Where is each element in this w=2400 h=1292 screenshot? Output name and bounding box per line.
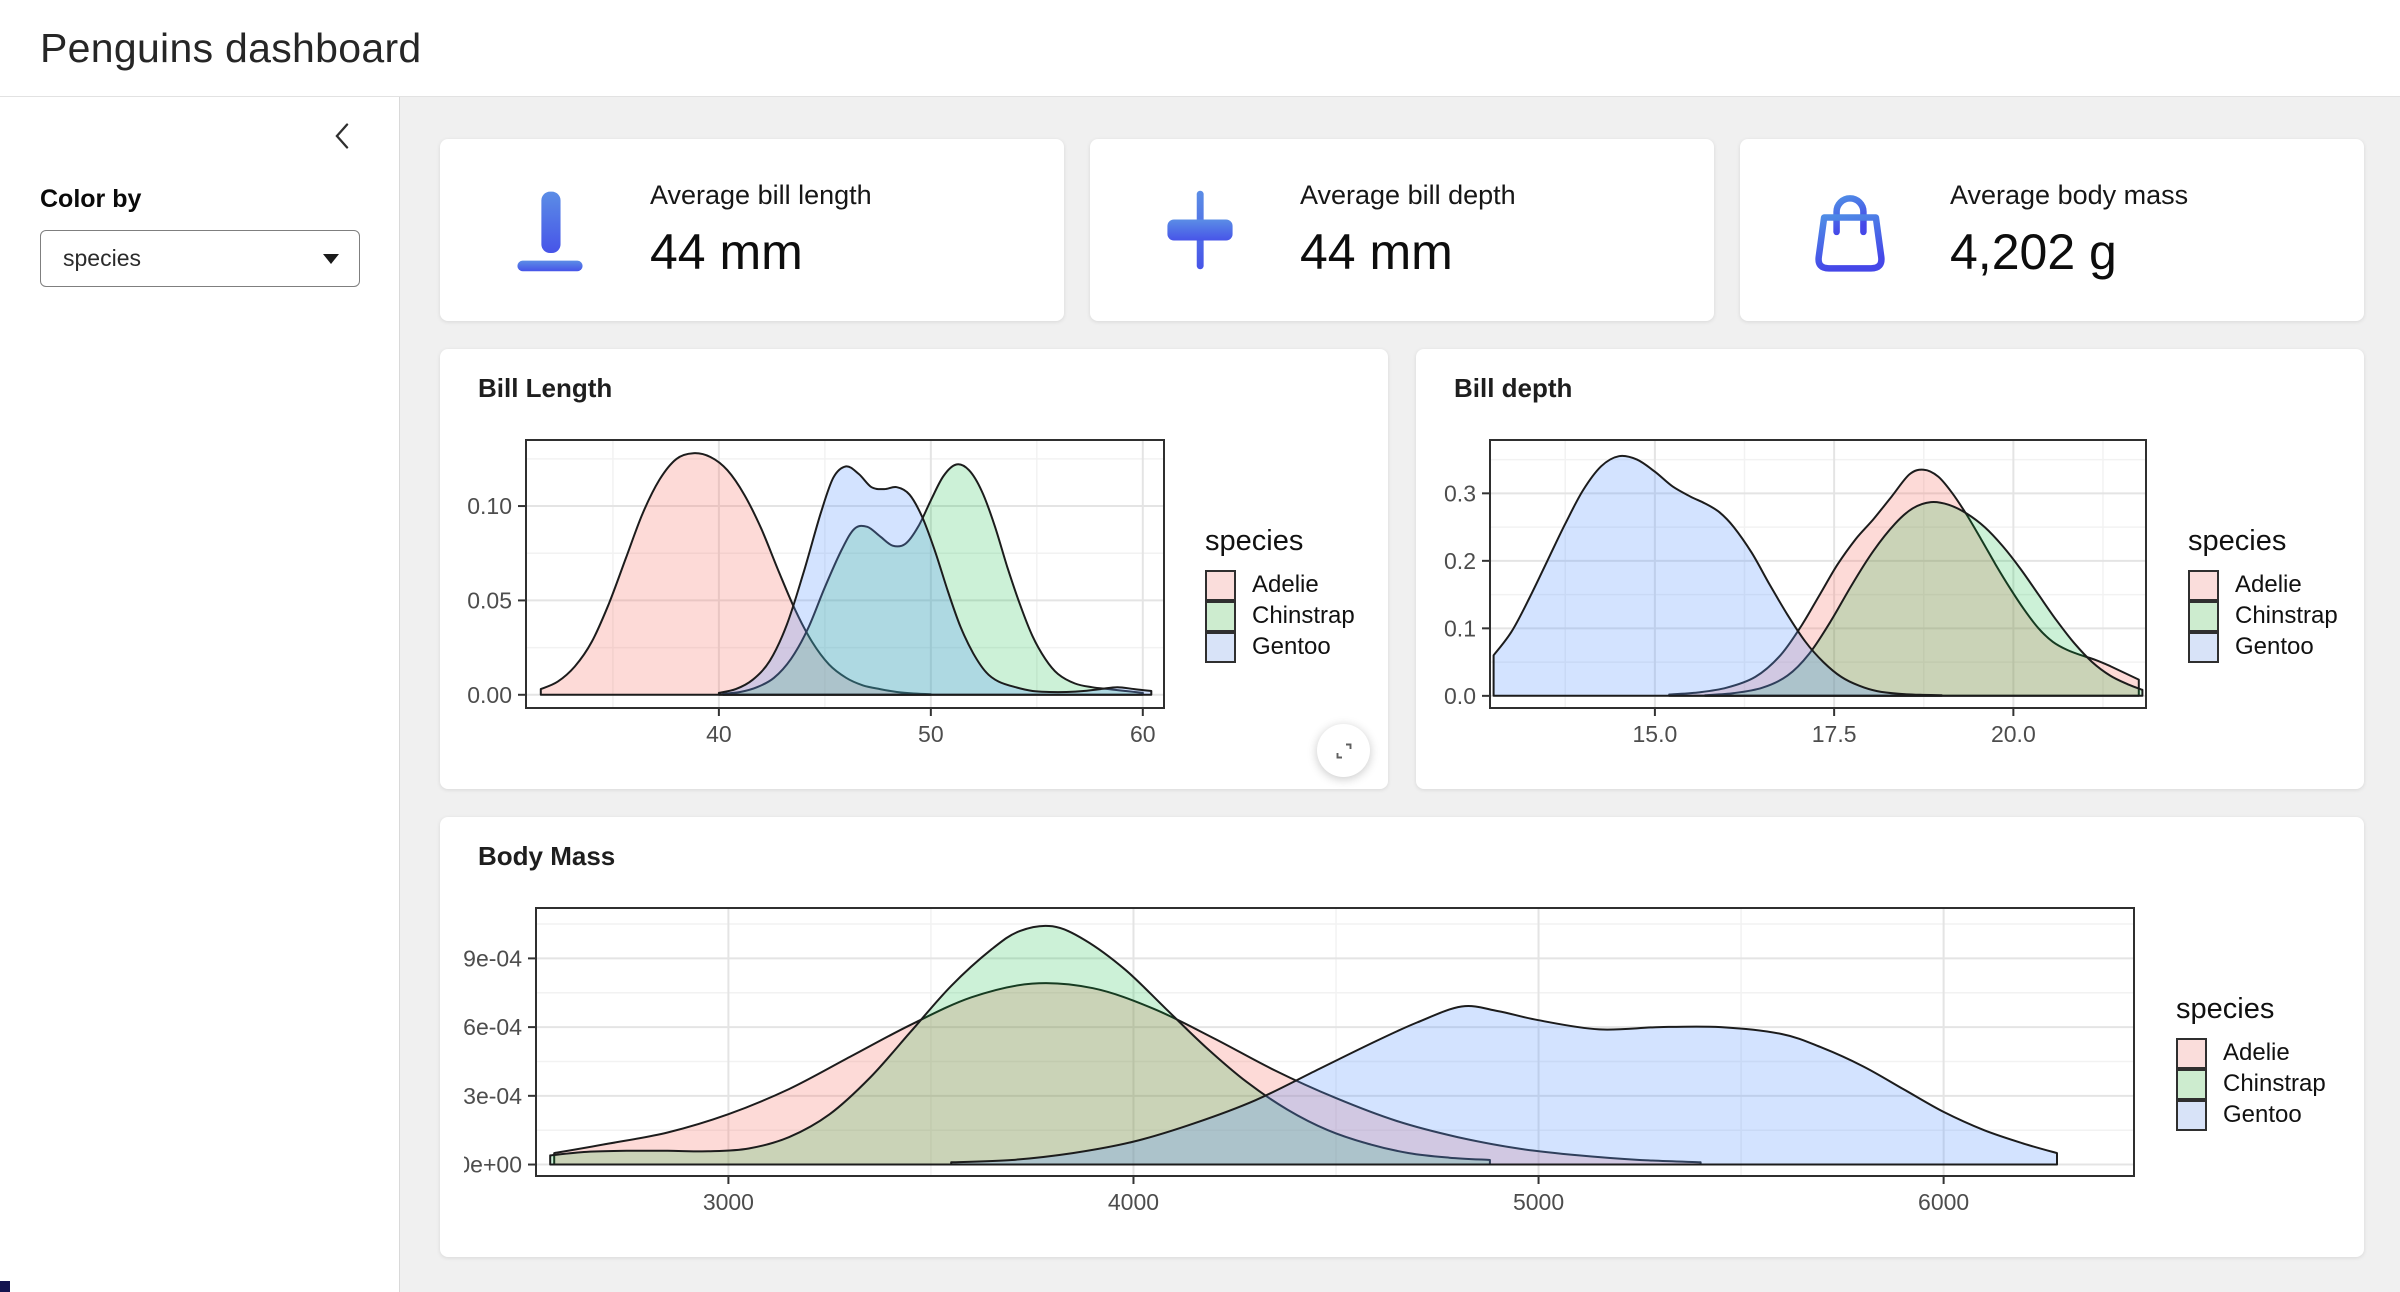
value-box-value: 4,202 g bbox=[1950, 223, 2188, 281]
svg-text:20.0: 20.0 bbox=[1991, 721, 2036, 747]
chevron-left-icon bbox=[333, 122, 351, 150]
legend-key bbox=[1205, 570, 1236, 601]
legend-label: Adelie bbox=[2235, 571, 2302, 599]
legend-key bbox=[1205, 601, 1236, 632]
legend-label: Chinstrap bbox=[1252, 602, 1355, 630]
select-value: species bbox=[63, 245, 141, 272]
legend-item: Gentoo bbox=[2188, 632, 2338, 663]
legend-item: Gentoo bbox=[2176, 1100, 2326, 1131]
value-box-bill-depth: Average bill depth 44 mm bbox=[1090, 139, 1714, 321]
bill-length-density-plot: 40 50 60 0.00 0.05 0.10 bbox=[464, 432, 1169, 755]
legend-key bbox=[2188, 632, 2219, 663]
svg-text:17.5: 17.5 bbox=[1812, 721, 1857, 747]
body-mass-density-plot: 3000 4000 5000 6000 0e+00 3e-04 6e-04 9e-04 bbox=[464, 900, 2140, 1223]
legend: species Adelie Chinstrap Gentoo bbox=[2188, 525, 2338, 663]
card-title: Bill Length bbox=[464, 369, 1364, 404]
card-bill-length: Bill Length 40 50 60 0.00 0.05 0.10 species A… bbox=[440, 349, 1388, 789]
legend: species Adelie Chinstrap Gentoo bbox=[2176, 993, 2326, 1131]
legend-label: Gentoo bbox=[2223, 1101, 2302, 1129]
expand-fullscreen-button[interactable] bbox=[1317, 724, 1370, 777]
card-title: Body Mass bbox=[464, 837, 2340, 872]
page-title: Penguins dashboard bbox=[40, 25, 422, 72]
color-by-label: Color by bbox=[40, 185, 359, 214]
legend-label: Adelie bbox=[1252, 571, 1319, 599]
svg-text:60: 60 bbox=[1130, 721, 1156, 747]
legend-item: Chinstrap bbox=[1205, 601, 1355, 632]
legend-item: Adelie bbox=[2188, 570, 2338, 601]
value-box-title: Average bill length bbox=[650, 180, 872, 211]
value-box-value: 44 mm bbox=[650, 223, 872, 281]
value-box-body-mass: Average body mass 4,202 g bbox=[1740, 139, 2364, 321]
svg-text:9e-04: 9e-04 bbox=[464, 945, 522, 971]
align-bottom-icon bbox=[504, 182, 596, 278]
svg-text:0.05: 0.05 bbox=[467, 587, 512, 613]
value-box-bill-length: Average bill length 44 mm bbox=[440, 139, 1064, 321]
svg-text:3000: 3000 bbox=[703, 1189, 754, 1215]
expand-icon bbox=[1333, 740, 1355, 762]
svg-text:0.00: 0.00 bbox=[467, 682, 512, 708]
value-box-title: Average body mass bbox=[1950, 180, 2188, 211]
svg-text:0.0: 0.0 bbox=[1444, 683, 1476, 709]
legend-key bbox=[1205, 632, 1236, 663]
svg-text:6000: 6000 bbox=[1918, 1189, 1969, 1215]
legend-item: Adelie bbox=[1205, 570, 1355, 601]
legend-item: Gentoo bbox=[1205, 632, 1355, 663]
card-bill-depth: Bill depth 15.0 17.5 20.0 0.0 0.1 0.2 0.3 spec… bbox=[1416, 349, 2364, 789]
svg-text:0e+00: 0e+00 bbox=[464, 1152, 522, 1178]
legend-item: Chinstrap bbox=[2176, 1069, 2326, 1100]
align-center-icon bbox=[1154, 182, 1246, 278]
bill-depth-density-plot: 15.0 17.5 20.0 0.0 0.1 0.2 0.3 bbox=[1440, 432, 2152, 755]
svg-text:6e-04: 6e-04 bbox=[464, 1014, 522, 1040]
legend-key bbox=[2176, 1100, 2207, 1131]
legend-key bbox=[2188, 601, 2219, 632]
svg-text:50: 50 bbox=[918, 721, 944, 747]
legend-title: species bbox=[1205, 525, 1355, 558]
handbag-icon bbox=[1804, 182, 1896, 278]
value-box-title: Average bill depth bbox=[1300, 180, 1516, 211]
legend-item: Chinstrap bbox=[2188, 601, 2338, 632]
caret-down-icon bbox=[323, 254, 339, 264]
card-body-mass: Body Mass 3000 4000 5000 6000 0e+00 3e-04 6e-0… bbox=[440, 817, 2364, 1257]
legend-key bbox=[2176, 1038, 2207, 1069]
color-by-select[interactable]: species bbox=[40, 230, 360, 287]
sidebar-collapse-button[interactable] bbox=[329, 121, 355, 151]
main-content: Average bill length 44 mm Average bill d bbox=[400, 97, 2400, 1292]
legend-key bbox=[2176, 1069, 2207, 1100]
value-box-row: Average bill length 44 mm Average bill d bbox=[440, 139, 2364, 321]
legend-label: Chinstrap bbox=[2223, 1070, 2326, 1098]
app-header: Penguins dashboard bbox=[0, 0, 2400, 97]
svg-text:0.3: 0.3 bbox=[1444, 480, 1476, 506]
sidebar: Color by species bbox=[0, 97, 400, 1292]
legend-title: species bbox=[2176, 993, 2326, 1026]
svg-text:4000: 4000 bbox=[1108, 1189, 1159, 1215]
legend-item: Adelie bbox=[2176, 1038, 2326, 1069]
legend-label: Gentoo bbox=[2235, 633, 2314, 661]
svg-text:3e-04: 3e-04 bbox=[464, 1083, 522, 1109]
legend: species Adelie Chinstrap Gentoo bbox=[1205, 525, 1355, 663]
legend-label: Chinstrap bbox=[2235, 602, 2338, 630]
card-title: Bill depth bbox=[1440, 369, 2340, 404]
legend-title: species bbox=[2188, 525, 2338, 558]
legend-label: Gentoo bbox=[1252, 633, 1331, 661]
value-box-value: 44 mm bbox=[1300, 223, 1516, 281]
svg-text:15.0: 15.0 bbox=[1633, 721, 1678, 747]
svg-text:0.2: 0.2 bbox=[1444, 548, 1476, 574]
legend-key bbox=[2188, 570, 2219, 601]
charts-row: Bill Length 40 50 60 0.00 0.05 0.10 species A… bbox=[440, 349, 2364, 789]
svg-text:0.1: 0.1 bbox=[1444, 615, 1476, 641]
legend-label: Adelie bbox=[2223, 1039, 2290, 1067]
svg-text:0.10: 0.10 bbox=[467, 493, 512, 519]
svg-text:5000: 5000 bbox=[1513, 1189, 1564, 1215]
screen-corner-artifact bbox=[0, 1281, 10, 1292]
svg-text:40: 40 bbox=[706, 721, 732, 747]
